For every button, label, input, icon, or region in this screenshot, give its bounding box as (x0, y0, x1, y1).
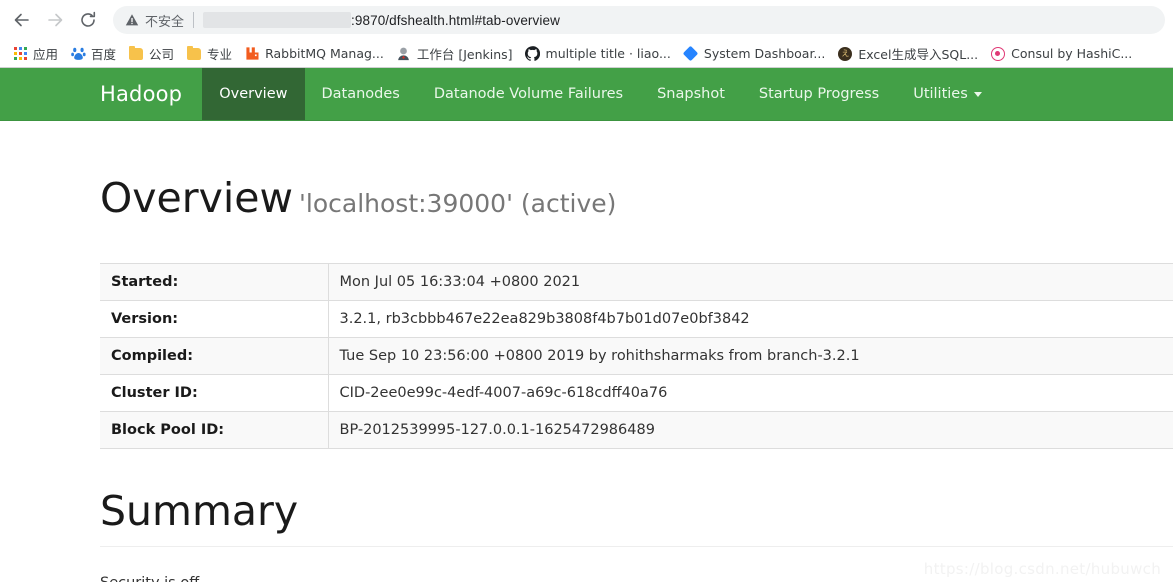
nav-tab-datanode-volume-failures[interactable]: Datanode Volume Failures (417, 68, 640, 120)
row-value: BP-2012539995-127.0.0.1-1625472986489 (339, 422, 655, 439)
security-status-label: 不安全 (145, 14, 185, 30)
summary-divider (100, 546, 1173, 548)
content-wrap: Overview'localhost:39000' (active) Start… (0, 121, 1173, 582)
watermark: https://blog.csdn.net/hubuwch (923, 560, 1161, 578)
rabbitmq-icon (244, 46, 260, 62)
github-icon (525, 46, 541, 62)
folder-icon (186, 45, 202, 62)
bookmark-label: 应用 (33, 47, 59, 62)
bookmark-rabbitmq[interactable]: RabbitMQ Manag... (238, 43, 390, 65)
jira-diamond-icon (683, 45, 699, 62)
bookmark-label: multiple title · liao... (545, 46, 671, 61)
table-row: Version: 3.2.1, rb3cbbb467e22ea829b3808f… (100, 300, 1173, 338)
bookmark-github[interactable]: multiple title · liao... (519, 43, 677, 65)
back-arrow-icon[interactable] (8, 6, 36, 34)
bookmark-label: Consul by HashiC... (1011, 46, 1133, 61)
row-value: Mon Jul 05 16:33:04 +0800 2021 (339, 274, 581, 291)
row-key: Compiled: (100, 337, 329, 375)
apps-grid-icon (12, 46, 28, 62)
address-bar[interactable]: 不安全 :9870/dfshealth.html#tab-overview (113, 6, 1165, 34)
table-row: Compiled: Tue Sep 10 23:56:00 +0800 2019… (100, 337, 1173, 375)
nav-tab-label: Datanode Volume Failures (433, 86, 624, 102)
row-key: Version: (100, 300, 329, 338)
bookmark-label: 百度 (91, 47, 117, 62)
bookmark-system-dashboard[interactable]: System Dashboar... (677, 43, 831, 65)
nav-tab-label: Startup Progress (758, 86, 880, 102)
page-title-subtitle: 'localhost:39000' (active) (299, 189, 617, 218)
omnibox-divider (193, 12, 195, 28)
browser-toolbar: 不安全 :9870/dfshealth.html#tab-overview (0, 0, 1173, 40)
baidu-paw-icon (70, 46, 86, 62)
warning-triangle-icon[interactable] (125, 13, 139, 27)
bookmark-label: Excel生成导入SQL... (858, 47, 979, 62)
address-bar-url: :9870/dfshealth.html#tab-overview (351, 12, 560, 28)
jenkins-butler-icon (396, 46, 412, 62)
bookmark-consul[interactable]: Consul by HashiC... (984, 43, 1138, 65)
folder-icon (128, 45, 144, 62)
nav-tab-label: Utilities (913, 86, 968, 102)
page-body: Overview'localhost:39000' (active) Start… (0, 121, 1173, 582)
redacted-host-block (203, 12, 352, 28)
consul-icon (990, 46, 1006, 62)
row-value: CID-2ee0e99c-4edf-4007-a69c-618cdff40a76 (339, 385, 668, 402)
bookmark-label: RabbitMQ Manag... (265, 46, 384, 61)
bookmark-excel-sql[interactable]: え Excel生成导入SQL... (831, 43, 984, 65)
row-value: Tue Sep 10 23:56:00 +0800 2019 by rohith… (339, 348, 860, 365)
row-key: Block Pool ID: (100, 411, 329, 449)
nav-tab-label: Datanodes (321, 86, 400, 102)
nav-tab-datanodes[interactable]: Datanodes (305, 68, 417, 120)
excel-icon: え (837, 46, 853, 62)
page-title-main: Overview (100, 174, 294, 222)
bookmark-label: 专业 (207, 47, 233, 62)
bookmark-jenkins[interactable]: 工作台 [Jenkins] (390, 43, 519, 65)
forward-arrow-icon (41, 6, 69, 34)
bookmark-label: 公司 (149, 47, 175, 62)
nav-tab-snapshot[interactable]: Snapshot (640, 68, 742, 120)
summary-title: Summary (100, 487, 299, 536)
nav-tab-label: Snapshot (657, 86, 725, 102)
bookmark-baidu[interactable]: 百度 (64, 43, 122, 65)
bookmark-label: System Dashboar... (703, 46, 826, 61)
navbar-brand[interactable]: Hadoop (0, 68, 202, 120)
bookmark-apps[interactable]: 应用 (6, 43, 64, 65)
browser-chrome: 不安全 :9870/dfshealth.html#tab-overview 应用 (0, 0, 1173, 68)
nav-tab-utilities[interactable]: Utilities (896, 68, 999, 120)
row-value: 3.2.1, rb3cbbb467e22ea829b3808f4b7b01d07… (339, 311, 750, 328)
nav-tab-label: Overview (219, 86, 288, 102)
table-row: Started: Mon Jul 05 16:33:04 +0800 2021 (100, 263, 1173, 301)
overview-table: Started: Mon Jul 05 16:33:04 +0800 2021 … (100, 263, 1173, 449)
chevron-down-icon (973, 91, 982, 97)
nav-tab-startup-progress[interactable]: Startup Progress (742, 68, 896, 120)
row-key: Started: (100, 263, 329, 301)
table-row: Block Pool ID: BP-2012539995-127.0.0.1-1… (100, 411, 1173, 449)
row-key: Cluster ID: (100, 374, 329, 412)
bookmark-folder-professional[interactable]: 专业 (180, 43, 238, 65)
page-title: Overview'localhost:39000' (active) (100, 121, 1173, 221)
bookmark-label: 工作台 [Jenkins] (416, 47, 513, 62)
hadoop-navbar: Hadoop Overview Datanodes Datanode Volum… (0, 68, 1173, 121)
reload-icon[interactable] (74, 6, 102, 34)
bookmarks-bar: 应用 百度 公司 专业 RabbitMQ Manag... 工作台 [Jenki… (0, 40, 1173, 67)
nav-tab-overview[interactable]: Overview (202, 68, 305, 120)
table-row: Cluster ID: CID-2ee0e99c-4edf-4007-a69c-… (100, 374, 1173, 412)
bookmark-folder-company[interactable]: 公司 (122, 43, 180, 65)
